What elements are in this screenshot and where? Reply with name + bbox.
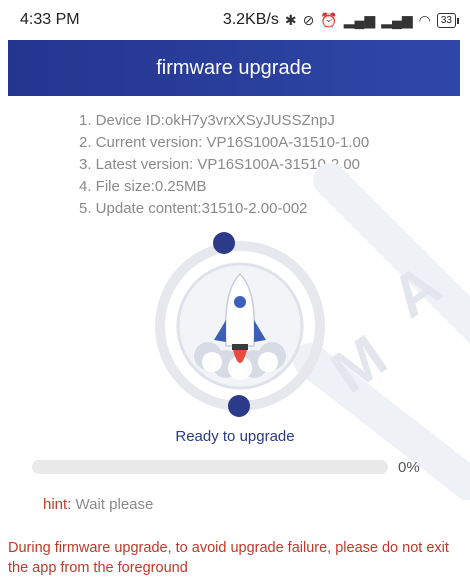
hint-label: hint: (43, 496, 72, 513)
status-time: 4:33 PM (20, 11, 80, 28)
upgrade-warning-text: During firmware upgrade, to avoid upgrad… (8, 540, 449, 576)
device-id: 1. Device ID:okH7y3vrxXSyJUSSZnpJ (79, 112, 335, 129)
status-icons: 3.2KB/s ✱ ⊘ ⏰ ▂▄▆ ▂▄▆ ◠ 33 (222, 11, 460, 29)
upgrade-status-text: Ready to upgrade (175, 428, 295, 445)
hint-row: hint: Wait please (43, 496, 153, 513)
status-bar: 4:33 PM 3.2KB/s ✱ ⊘ ⏰ ▂▄▆ ▂▄▆ ◠ 33 (0, 0, 470, 40)
latest-version: 3. Latest version: VP16S100A-31510-2.00 (79, 156, 361, 173)
page-title: firmware upgrade (156, 56, 312, 79)
current-version: 2. Current version: VP16S100A-31510-1.00 (79, 134, 370, 151)
orbit-dot-top (213, 232, 235, 254)
firmware-info-list: 1. Device ID:okH7y3vrxXSyJUSSZnpJ 2. Cur… (79, 110, 369, 220)
file-size: 4. File size:0.25MB (79, 178, 207, 195)
progress-percent: 0% (398, 459, 420, 476)
update-content: 5. Update content:31510-2.00-002 (79, 200, 308, 217)
signal-hd-icon: ▂▄▆ (381, 11, 413, 28)
hint-value: Wait please (75, 496, 154, 513)
network-speed: 3.2KB/s (222, 11, 279, 28)
orbit-dot-bottom (228, 395, 250, 417)
wifi-icon: ◠ (418, 11, 431, 28)
app-header: firmware upgrade (8, 40, 460, 96)
upgrade-progress-bar (32, 460, 388, 474)
battery-icon: 33 (436, 12, 460, 28)
signal-hd-icon: ▂▄▆ (343, 11, 376, 28)
bluetooth-icon: ✱ (284, 11, 297, 28)
svg-text:M: M (319, 322, 398, 406)
svg-text:A: A (379, 251, 453, 331)
mute-icon: ⊘ (302, 11, 315, 28)
alarm-icon: ⏰ (320, 11, 338, 28)
rocket-upgrade-graphic (155, 232, 325, 417)
